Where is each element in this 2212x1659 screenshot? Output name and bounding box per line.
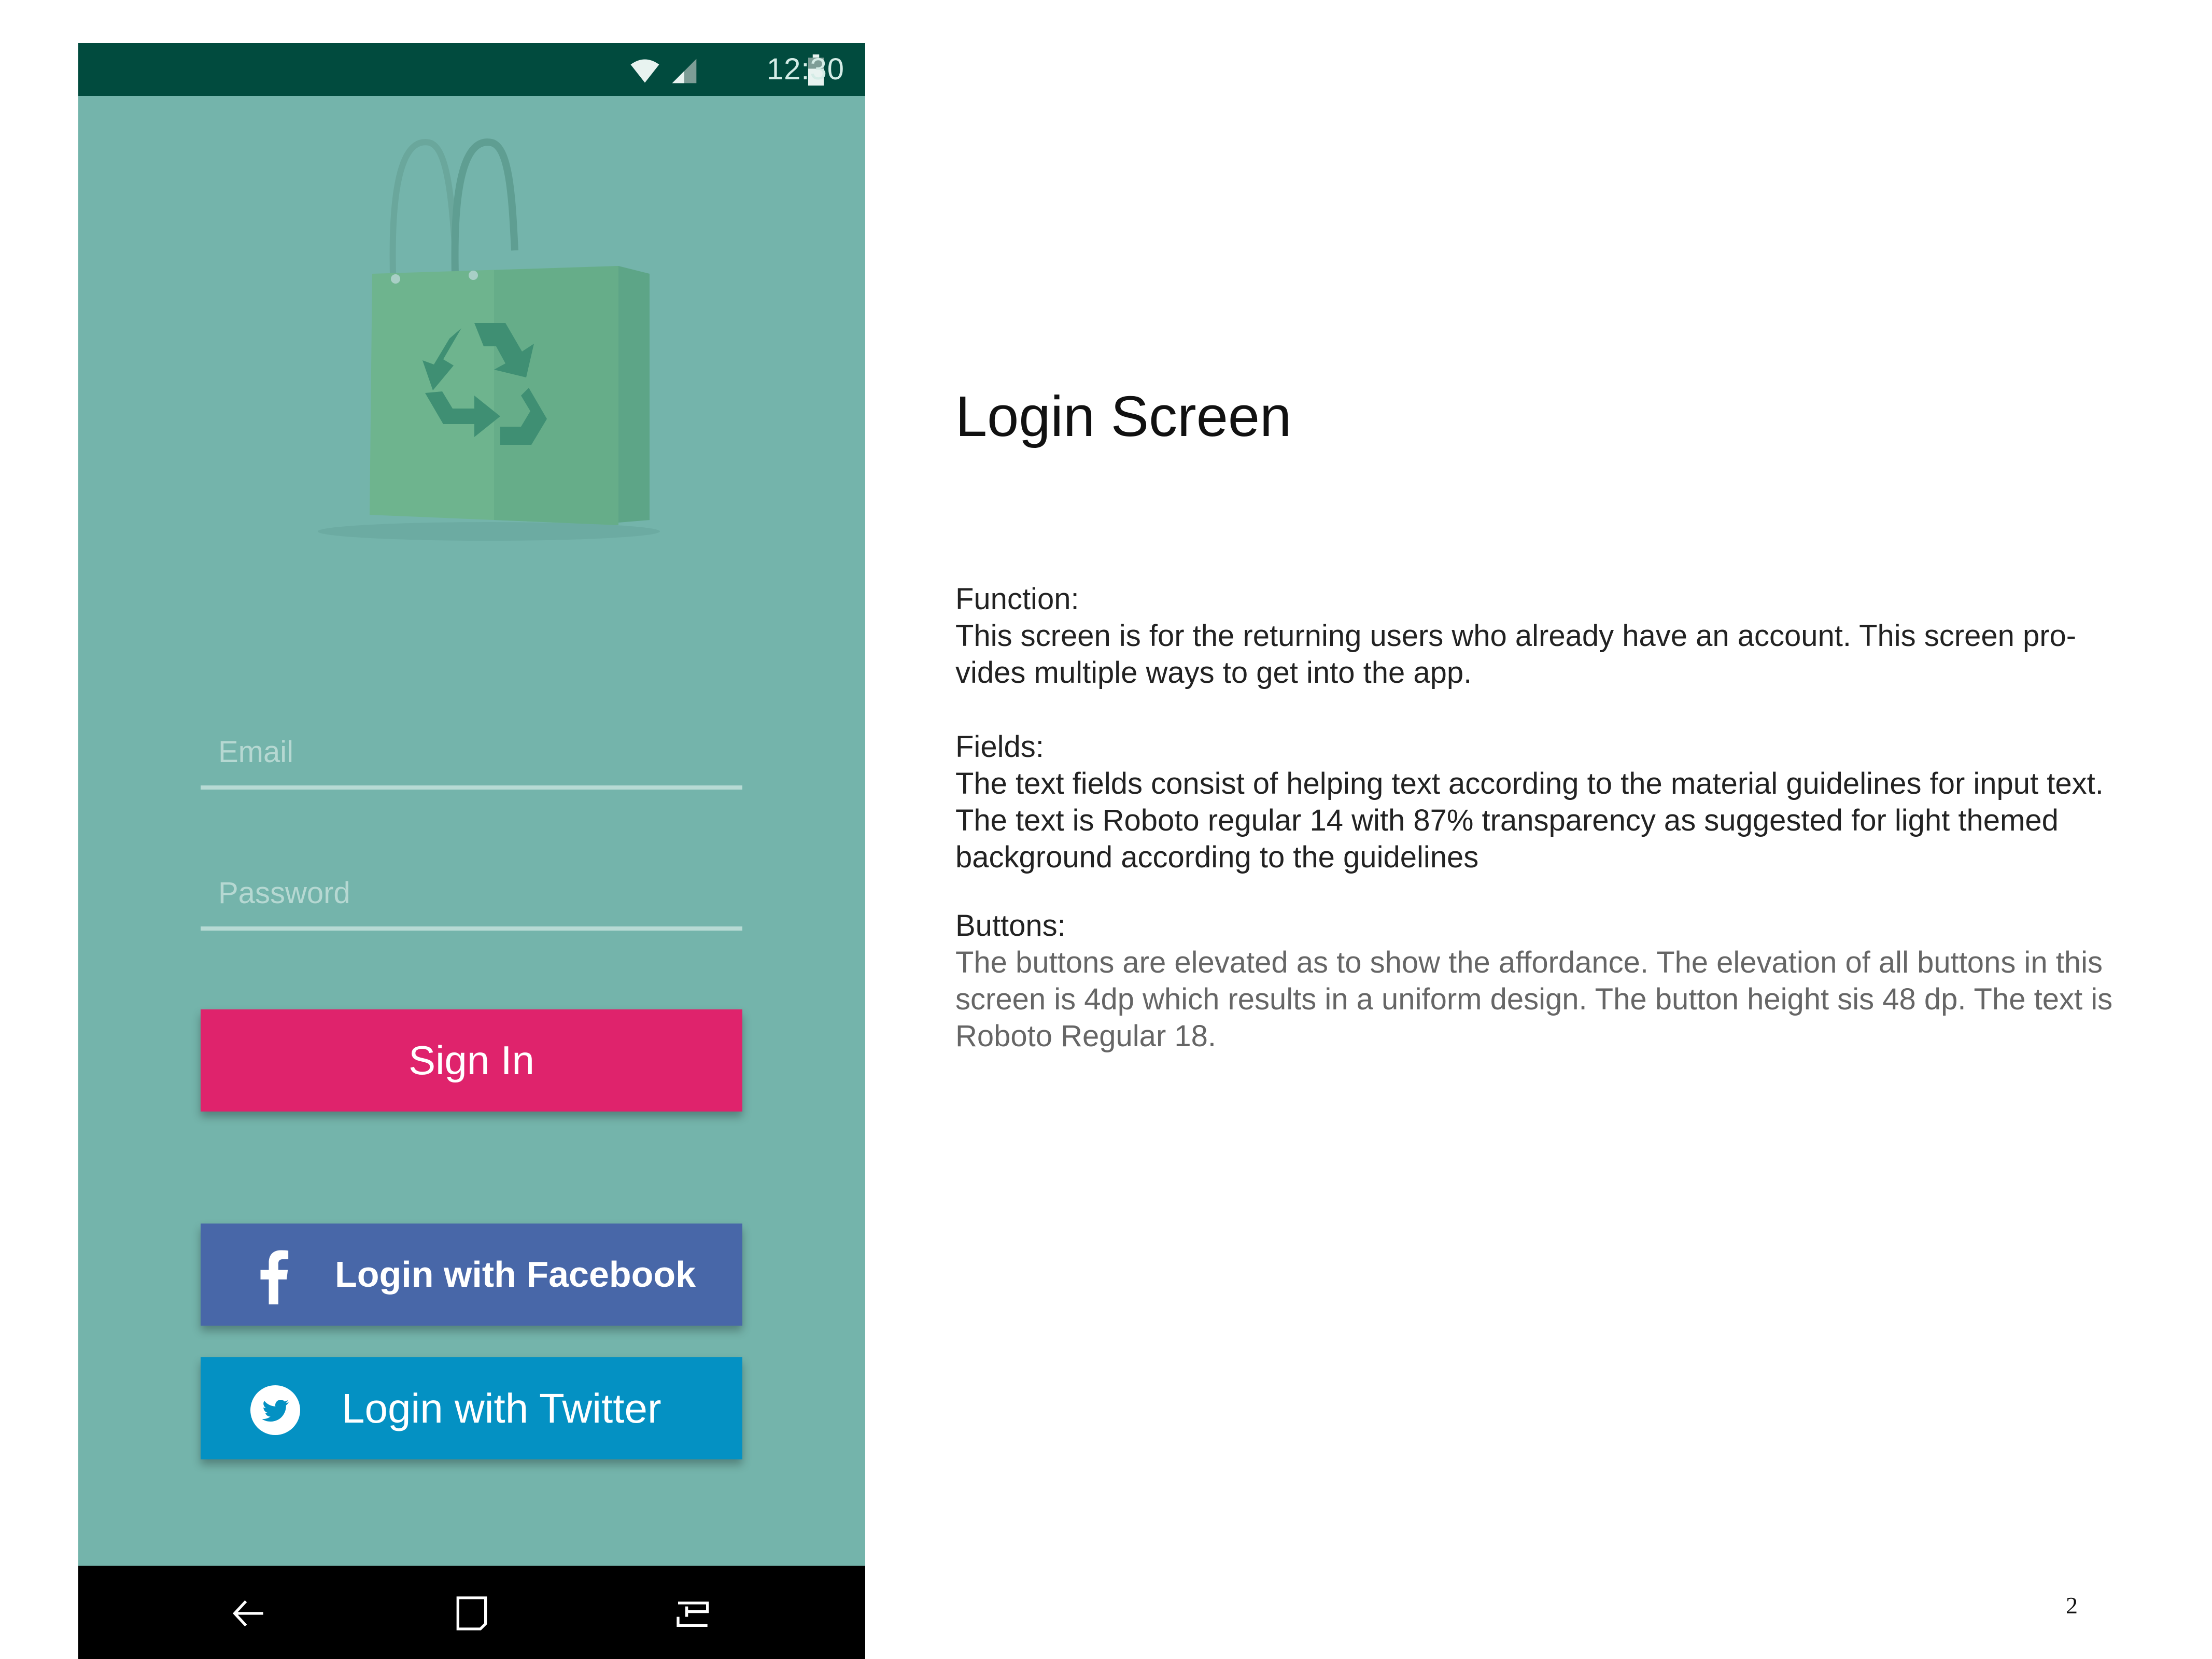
buttons-heading: Buttons: <box>955 909 1066 943</box>
sign-in-button[interactable]: Sign In <box>201 1009 742 1112</box>
home-icon[interactable] <box>451 1593 492 1634</box>
back-icon[interactable] <box>229 1593 270 1634</box>
recents-icon[interactable] <box>673 1593 714 1634</box>
fields-line: background according to the guidelines <box>955 840 1479 874</box>
twitter-icon <box>250 1385 300 1435</box>
buttons-line: screen is 4dp which results in a uniform… <box>955 982 2113 1016</box>
email-placeholder: Email <box>218 735 294 769</box>
wifi-icon <box>630 59 659 83</box>
function-section: Function: This screen is for the returni… <box>955 581 2148 691</box>
function-line: This screen is for the returning users w… <box>955 619 2077 653</box>
page-title: Login Screen <box>955 385 1292 448</box>
password-underline <box>201 926 742 931</box>
shopping-bag-recycle-icon <box>318 138 660 541</box>
function-heading: Function: <box>955 582 1079 616</box>
buttons-line: Roboto Regular 18. <box>955 1019 1216 1053</box>
buttons-line: The buttons are elevated as to show the … <box>955 946 2103 979</box>
fields-section: Fields: The text fields consist of helpi… <box>955 728 2148 876</box>
email-field[interactable]: Email <box>201 735 742 805</box>
phone-screen: 12:30 Email Password Sign In Login with … <box>78 43 865 1659</box>
login-twitter-button[interactable]: Login with Twitter <box>201 1357 742 1459</box>
facebook-icon <box>260 1250 289 1304</box>
password-placeholder: Password <box>218 876 350 910</box>
function-line: vides multiple ways to get into the app. <box>955 656 1472 690</box>
email-underline <box>201 785 742 790</box>
page-number: 2 <box>2066 1592 2078 1619</box>
status-bar: 12:30 <box>78 43 865 96</box>
login-facebook-label: Login with Facebook <box>335 1254 696 1295</box>
fields-heading: Fields: <box>955 730 1044 764</box>
status-time: 12:30 <box>766 52 844 86</box>
buttons-section: Buttons: The buttons are elevated as to … <box>955 907 2148 1055</box>
signal-icon <box>672 59 697 83</box>
password-field[interactable]: Password <box>201 876 742 946</box>
login-facebook-button[interactable]: Login with Facebook <box>201 1224 742 1326</box>
navigation-bar <box>78 1566 865 1659</box>
login-twitter-label: Login with Twitter <box>342 1385 661 1431</box>
fields-line: The text is Roboto regular 14 with 87% t… <box>955 804 2059 837</box>
sign-in-label: Sign In <box>408 1037 534 1083</box>
fields-line: The text fields consist of helping text … <box>955 767 2104 800</box>
